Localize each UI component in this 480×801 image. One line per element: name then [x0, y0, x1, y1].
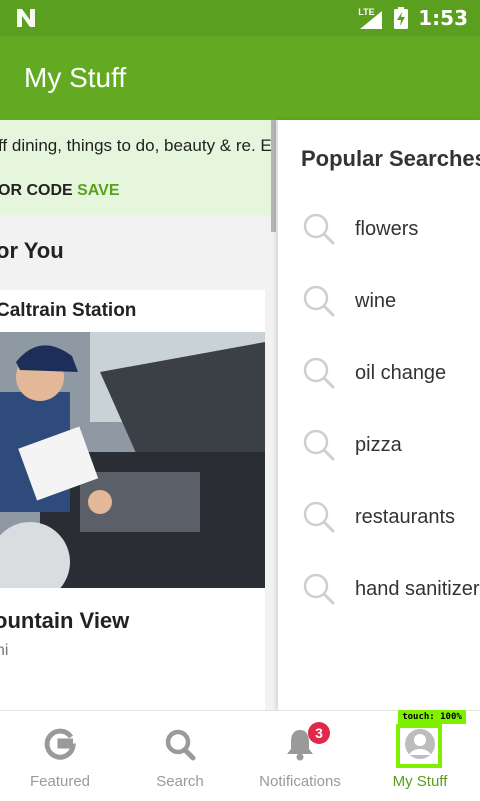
- popular-search-label: oil change: [355, 362, 447, 384]
- n-logo-icon: [17, 9, 35, 27]
- battery-charging-icon: [394, 7, 409, 29]
- popular-search-item[interactable]: oil change: [278, 342, 480, 402]
- nav-search[interactable]: Search: [120, 711, 240, 801]
- touch-indicator: [396, 724, 442, 768]
- notification-badge: 3: [308, 722, 330, 744]
- popular-search-label: pizza: [355, 434, 402, 456]
- nav-notifications[interactable]: 3 Notifications: [240, 711, 360, 801]
- promo-code-line: OR CODE SAVE: [0, 182, 120, 200]
- scrollbar[interactable]: [271, 120, 276, 232]
- promo-code-prefix: OR CODE: [0, 182, 73, 199]
- nav-my-stuff-label: My Stuff: [392, 773, 448, 790]
- popular-search-item[interactable]: wine: [278, 270, 480, 330]
- promo-banner[interactable]: ff dining, things to do, beauty & re. En…: [0, 120, 276, 215]
- search-icon: [303, 213, 335, 245]
- popular-searches-title: Popular Searches: [301, 146, 480, 171]
- search-icon: [303, 429, 335, 461]
- nav-notifications-label: Notifications: [259, 773, 341, 790]
- popular-search-label: flowers: [355, 218, 419, 240]
- card-location: Caltrain Station: [0, 300, 137, 321]
- page-title: My Stuff: [24, 62, 127, 93]
- promo-save-link[interactable]: SAVE: [77, 182, 119, 199]
- search-icon: [303, 573, 335, 605]
- popular-search-item[interactable]: hand sanitizer: [278, 558, 480, 618]
- popular-search-item[interactable]: restaurants: [278, 486, 480, 546]
- status-bar: LTE 1:53: [0, 0, 480, 36]
- card-subtitle: ni: [0, 642, 9, 659]
- popular-search-label: wine: [355, 290, 397, 312]
- clock: 1:53: [418, 6, 468, 30]
- search-icon: [303, 285, 335, 317]
- popular-search-item[interactable]: pizza: [278, 414, 480, 474]
- card-name: ountain View: [0, 608, 130, 633]
- search-icon: [303, 501, 335, 533]
- popular-search-label: restaurants: [355, 506, 456, 528]
- search-icon: [303, 357, 335, 389]
- nav-featured-label: Featured: [29, 773, 91, 790]
- popular-search-item[interactable]: flowers: [278, 198, 480, 258]
- promo-text: ff dining, things to do, beauty & re. En…: [0, 136, 276, 155]
- nav-search-label: Search: [156, 773, 204, 790]
- touch-indicator-label: touch: 100%: [398, 710, 466, 724]
- nav-featured[interactable]: Featured: [0, 711, 120, 801]
- popular-searches-panel: Popular Searches flowers wine oil change…: [278, 120, 480, 710]
- search-icon: [165, 729, 196, 761]
- app-bar: My Stuff: [0, 36, 480, 120]
- section-title: or You: [0, 238, 64, 263]
- card-photo: [0, 332, 265, 588]
- lte-signal-icon: LTE: [358, 7, 384, 29]
- popular-search-label: hand sanitizer: [355, 578, 480, 600]
- g-logo-icon: [44, 728, 76, 760]
- background-content: ff dining, things to do, beauty & re. En…: [0, 120, 276, 710]
- deal-card[interactable]: Caltrain Station ountain View ni ): [0, 290, 265, 710]
